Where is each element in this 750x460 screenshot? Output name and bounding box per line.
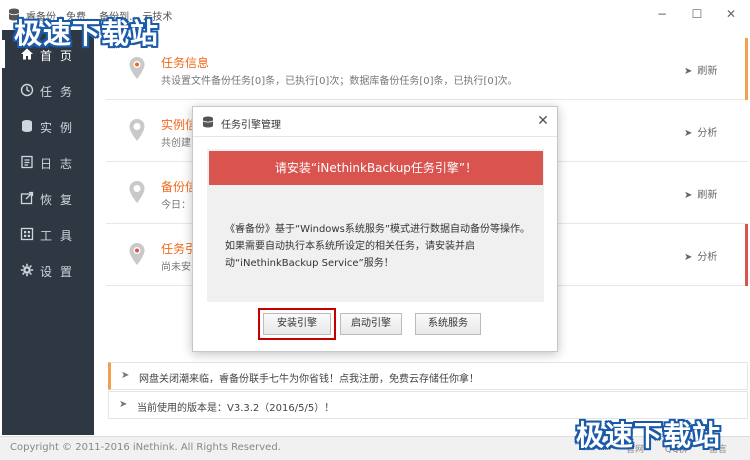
promo-notice[interactable]: ➤ 网盘关闭潮来临，睿备份联手七牛为你省钱！点我注册，免费云存储任你拿！ (108, 362, 748, 390)
close-icon[interactable]: ✕ (535, 113, 551, 129)
send-icon: ➤ (684, 66, 693, 77)
sidebar-item-tools[interactable]: 工具 (2, 216, 94, 252)
notice-text: 网盘关闭潮来临，睿备份联手七牛为你省钱！点我注册，免费云存储任你拿！ (139, 374, 479, 385)
clock-icon (20, 83, 34, 97)
sidebar-item-label: 任务 (40, 85, 81, 99)
start-engine-button[interactable]: 启动引擎 (340, 313, 402, 335)
notice-text: 当前使用的版本是：V3.3.2（2016/5/5）！ (137, 403, 335, 414)
send-icon: ➤ (684, 190, 693, 201)
sidebar-item-tasks[interactable]: 任务 (2, 72, 94, 108)
sidebar-item-label: 恢复 (40, 193, 81, 207)
task-title[interactable]: 任务信息 (161, 54, 209, 71)
dialog-title: 任务引擎管理 (221, 120, 281, 131)
engine-manager-dialog: 任务引擎管理 ✕ 请安装“iNethinkBackup任务引擎”！ 《睿备份》基… (192, 106, 558, 352)
analyze-button[interactable]: ➤ 分析 (684, 124, 717, 139)
location-pin-icon (129, 57, 145, 79)
refresh-button[interactable]: ➤ 刷新 (684, 186, 717, 201)
sidebar-item-label: 实例 (40, 121, 81, 135)
task-row: 任务信息 共设置文件备份任务[0]条，已执行[0]次；数据库备份任务[0]条，已… (106, 38, 748, 100)
close-window-button[interactable]: ✕ (722, 6, 740, 22)
task-description: 共设置文件备份任务[0]条，已执行[0]次；数据库备份任务[0]条，已执行[0]… (161, 76, 518, 87)
gear-icon (20, 263, 34, 277)
tools-icon (20, 227, 34, 241)
dialog-message: 《睿备份》基于“Windows系统服务”模式进行数据自动备份等操作。如果需要自动… (225, 224, 530, 269)
alert-banner: 请安装“iNethinkBackup任务引擎”！ (209, 151, 543, 185)
log-icon (21, 155, 33, 169)
database-icon (202, 116, 214, 128)
maximize-button[interactable]: ☐ (688, 6, 706, 22)
sidebar-item-logs[interactable]: 日志 (2, 144, 94, 180)
sidebar-item-label: 设置 (40, 265, 81, 279)
dialog-body: 请安装“iNethinkBackup任务引擎”！ 《睿备份》基于“Windows… (207, 149, 544, 302)
minimize-button[interactable]: − (653, 6, 671, 22)
sidebar-item-settings[interactable]: 设置 (2, 252, 94, 288)
task-action-label: 刷新 (697, 66, 718, 77)
task-description: 今日： (161, 200, 191, 211)
send-icon: ➤ (684, 128, 693, 139)
send-icon: ➤ (119, 399, 128, 410)
install-engine-button[interactable]: 安装引擎 (263, 313, 331, 335)
location-pin-icon (129, 181, 145, 203)
watermark: 极速下载站 (576, 419, 722, 452)
sidebar: 首页 任务 实例 日志 恢复 工具 设置 (2, 30, 94, 435)
send-icon: ➤ (121, 370, 130, 381)
system-service-button[interactable]: 系统服务 (415, 313, 481, 335)
task-action-label: 分析 (697, 252, 718, 263)
copyright-text: Copyright © 2011-2016 iNethink. All Righ… (10, 442, 281, 453)
task-action-label: 分析 (697, 128, 718, 139)
sidebar-item-restore[interactable]: 恢复 (2, 180, 94, 216)
location-pin-icon (129, 243, 145, 265)
row-accent (745, 224, 748, 286)
row-accent (745, 38, 748, 100)
analyze-button[interactable]: ➤ 分析 (684, 248, 717, 263)
database-icon (22, 120, 32, 132)
sidebar-item-label: 日志 (40, 157, 81, 171)
refresh-button[interactable]: ➤ 刷新 (684, 62, 717, 77)
dialog-header: 任务引擎管理 ✕ (193, 107, 557, 137)
active-indicator (2, 40, 5, 68)
task-description: 尚未安 (161, 262, 191, 273)
send-icon: ➤ (684, 252, 693, 263)
watermark: 极速下载站 (14, 17, 160, 50)
sidebar-item-label: 工具 (40, 229, 81, 243)
location-pin-icon (129, 119, 145, 141)
task-description: 共创建 (161, 138, 191, 149)
sidebar-item-instances[interactable]: 实例 (2, 108, 94, 144)
task-action-label: 刷新 (697, 190, 718, 201)
restore-icon (20, 191, 34, 205)
